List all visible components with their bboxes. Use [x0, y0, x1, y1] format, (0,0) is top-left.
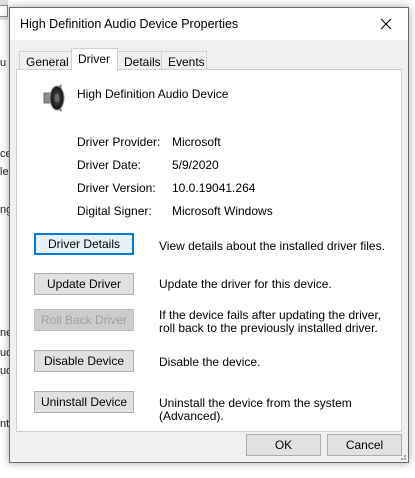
driver-details-description: View details about the installed driver … [159, 239, 385, 253]
info-label: Digital Signer: [77, 204, 152, 218]
tab-driver[interactable]: Driver [71, 48, 118, 71]
update-driver-button[interactable]: Update Driver [34, 273, 134, 295]
info-label: Driver Provider: [77, 135, 161, 149]
background-text: le [0, 166, 9, 178]
resize-grip-icon[interactable] [397, 451, 407, 461]
driver-details-button[interactable]: Driver Details [34, 233, 134, 255]
driver-tab-panel: High Definition Audio Device Driver Prov… [16, 69, 402, 432]
disable-device-description: Disable the device. [159, 355, 261, 369]
roll-back-driver-button: Roll Back Driver [34, 309, 134, 331]
tab-label: Driver [78, 52, 110, 66]
tab-label: Details [124, 55, 161, 69]
window-title: High Definition Audio Device Properties [20, 17, 239, 31]
info-value: Microsoft Windows [172, 204, 273, 218]
speaker-icon [43, 84, 65, 112]
disable-device-button[interactable]: Disable Device [34, 350, 134, 372]
uninstall-device-description: Uninstall the device from the system (Ad… [159, 396, 352, 423]
cancel-button-label: Cancel [345, 438, 384, 452]
tab-label: Events [168, 55, 205, 69]
tab-events[interactable]: Events [161, 51, 207, 70]
info-label: Driver Date: [77, 158, 142, 172]
update-driver-description: Update the driver for this device. [159, 277, 332, 291]
tab-general[interactable]: General [19, 51, 73, 70]
close-button[interactable] [364, 8, 408, 40]
background-text: u [0, 57, 7, 69]
info-value: 5/9/2020 [172, 158, 219, 172]
close-icon [380, 18, 392, 30]
tab-label: General [26, 55, 69, 69]
ok-button-label: OK [274, 438, 293, 452]
background-text: nt [0, 418, 10, 430]
info-value: Microsoft [172, 135, 221, 149]
device-name: High Definition Audio Device [77, 87, 229, 101]
ok-button[interactable]: OK [246, 434, 321, 456]
roll-back-driver-description: If the device fails after updating the d… [159, 308, 382, 335]
uninstall-device-button[interactable]: Uninstall Device [34, 391, 134, 413]
background-checkbox [0, 5, 8, 17]
cancel-button[interactable]: Cancel [327, 434, 402, 456]
info-value: 10.0.19041.264 [172, 181, 256, 195]
title-bar[interactable]: High Definition Audio Device Properties [10, 8, 408, 40]
properties-dialog: High Definition Audio Device Properties … [9, 7, 409, 463]
info-label: Driver Version: [77, 181, 156, 195]
tab-details[interactable]: Details [117, 51, 162, 70]
